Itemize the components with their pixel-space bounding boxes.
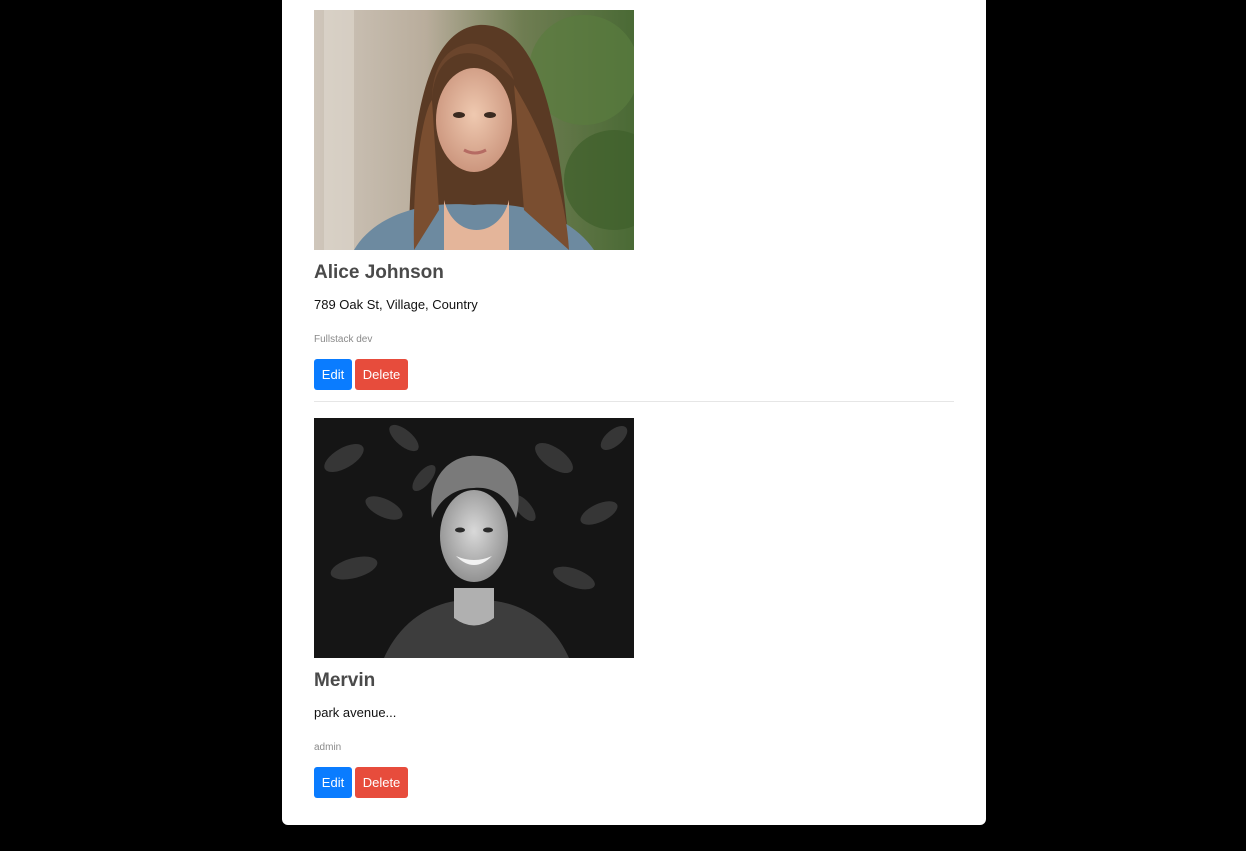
user-role: admin xyxy=(314,742,342,753)
user-address: park avenue... xyxy=(314,705,397,720)
portrait-man-image xyxy=(314,418,634,658)
portrait-woman-image xyxy=(314,10,634,250)
delete-button[interactable]: Delete xyxy=(355,767,408,798)
user-photo xyxy=(314,10,634,250)
user-name: Mervin xyxy=(314,670,376,691)
user-address: 789 Oak St, Village, Country xyxy=(314,297,478,312)
delete-button[interactable]: Delete xyxy=(355,359,408,390)
edit-button[interactable]: Edit xyxy=(314,359,352,390)
user-photo xyxy=(314,418,634,658)
divider xyxy=(314,401,954,402)
user-role: Fullstack dev xyxy=(314,334,373,345)
user-list-card: Alice Johnson 789 Oak St, Village, Count… xyxy=(282,0,986,825)
user-name: Alice Johnson xyxy=(314,262,444,283)
edit-button[interactable]: Edit xyxy=(314,767,352,798)
